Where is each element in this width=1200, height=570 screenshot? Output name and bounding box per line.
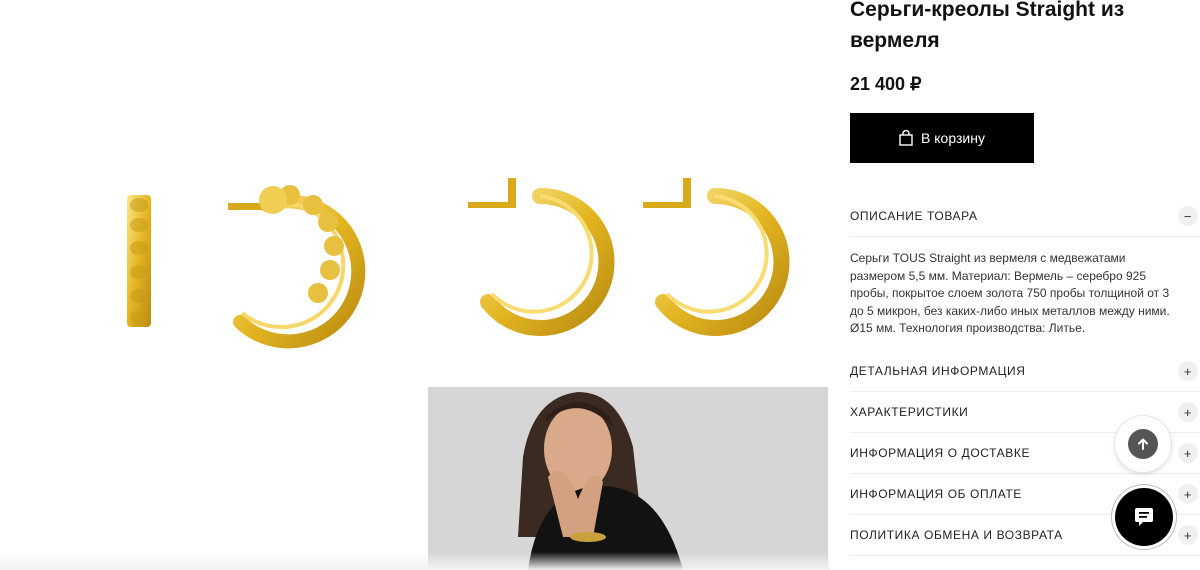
earring-pair-illustration xyxy=(468,178,790,336)
product-description: Серьги TOUS Straight из вермеля с медвеж… xyxy=(850,251,1170,335)
shopping-bag-icon xyxy=(899,130,913,146)
accordion-label: ИНФОРМАЦИЯ О ДОСТАВКЕ xyxy=(850,446,1031,460)
product-title: Серьги-креолы Straight из вермеля xyxy=(850,0,1125,52)
expand-plus-icon[interactable]: + xyxy=(1178,484,1198,504)
accordion-label: ПОЛИТИКА ОБМЕНА И ВОЗВРАТА xyxy=(850,528,1063,542)
accordion-header-details[interactable]: ДЕТАЛЬНАЯ ИНФОРМАЦИЯ + xyxy=(850,351,1200,391)
expand-plus-icon[interactable]: + xyxy=(1178,402,1198,422)
expand-plus-icon[interactable]: + xyxy=(1178,361,1198,381)
accordion-label: ОПИСАНИЕ ТОВАРА xyxy=(850,209,978,223)
expand-plus-icon[interactable]: + xyxy=(1178,525,1198,545)
product-image-front-view[interactable] xyxy=(428,0,828,385)
accordion-details: ДЕТАЛЬНАЯ ИНФОРМАЦИЯ + xyxy=(850,351,1200,392)
product-gallery: ⌄ xyxy=(0,0,830,570)
expand-plus-icon[interactable]: + xyxy=(1178,443,1198,463)
accordion-label: ИНФОРМАЦИЯ ОБ ОПЛАТЕ xyxy=(850,487,1022,501)
scroll-to-top-button[interactable] xyxy=(1115,416,1171,472)
collapse-icon[interactable]: − xyxy=(1178,206,1198,226)
accordion-description: ОПИСАНИЕ ТОВАРА − xyxy=(850,196,1200,237)
product-price: 21 400 ₽ xyxy=(850,74,922,94)
product-image-model[interactable] xyxy=(428,387,828,570)
model-photo-illustration xyxy=(428,387,828,570)
accordion-header-description[interactable]: ОПИСАНИЕ ТОВАРА − xyxy=(850,196,1200,236)
chat-button[interactable] xyxy=(1115,488,1173,546)
add-to-cart-button[interactable]: В корзину xyxy=(850,113,1034,163)
chat-icon xyxy=(1135,508,1153,526)
page-fade xyxy=(0,552,830,570)
arrow-up-icon xyxy=(1138,438,1148,450)
earring-side-illustration xyxy=(127,185,366,349)
accordion-label: ДЕТАЛЬНАЯ ИНФОРМАЦИЯ xyxy=(850,364,1026,378)
product-image-side-view[interactable] xyxy=(28,0,426,385)
product-info-panel: Серьги-креолы Straight из вермеля 21 400… xyxy=(830,0,1200,570)
add-to-cart-label: В корзину xyxy=(921,130,985,146)
accordion-label: ХАРАКТЕРИСТИКИ xyxy=(850,405,969,419)
